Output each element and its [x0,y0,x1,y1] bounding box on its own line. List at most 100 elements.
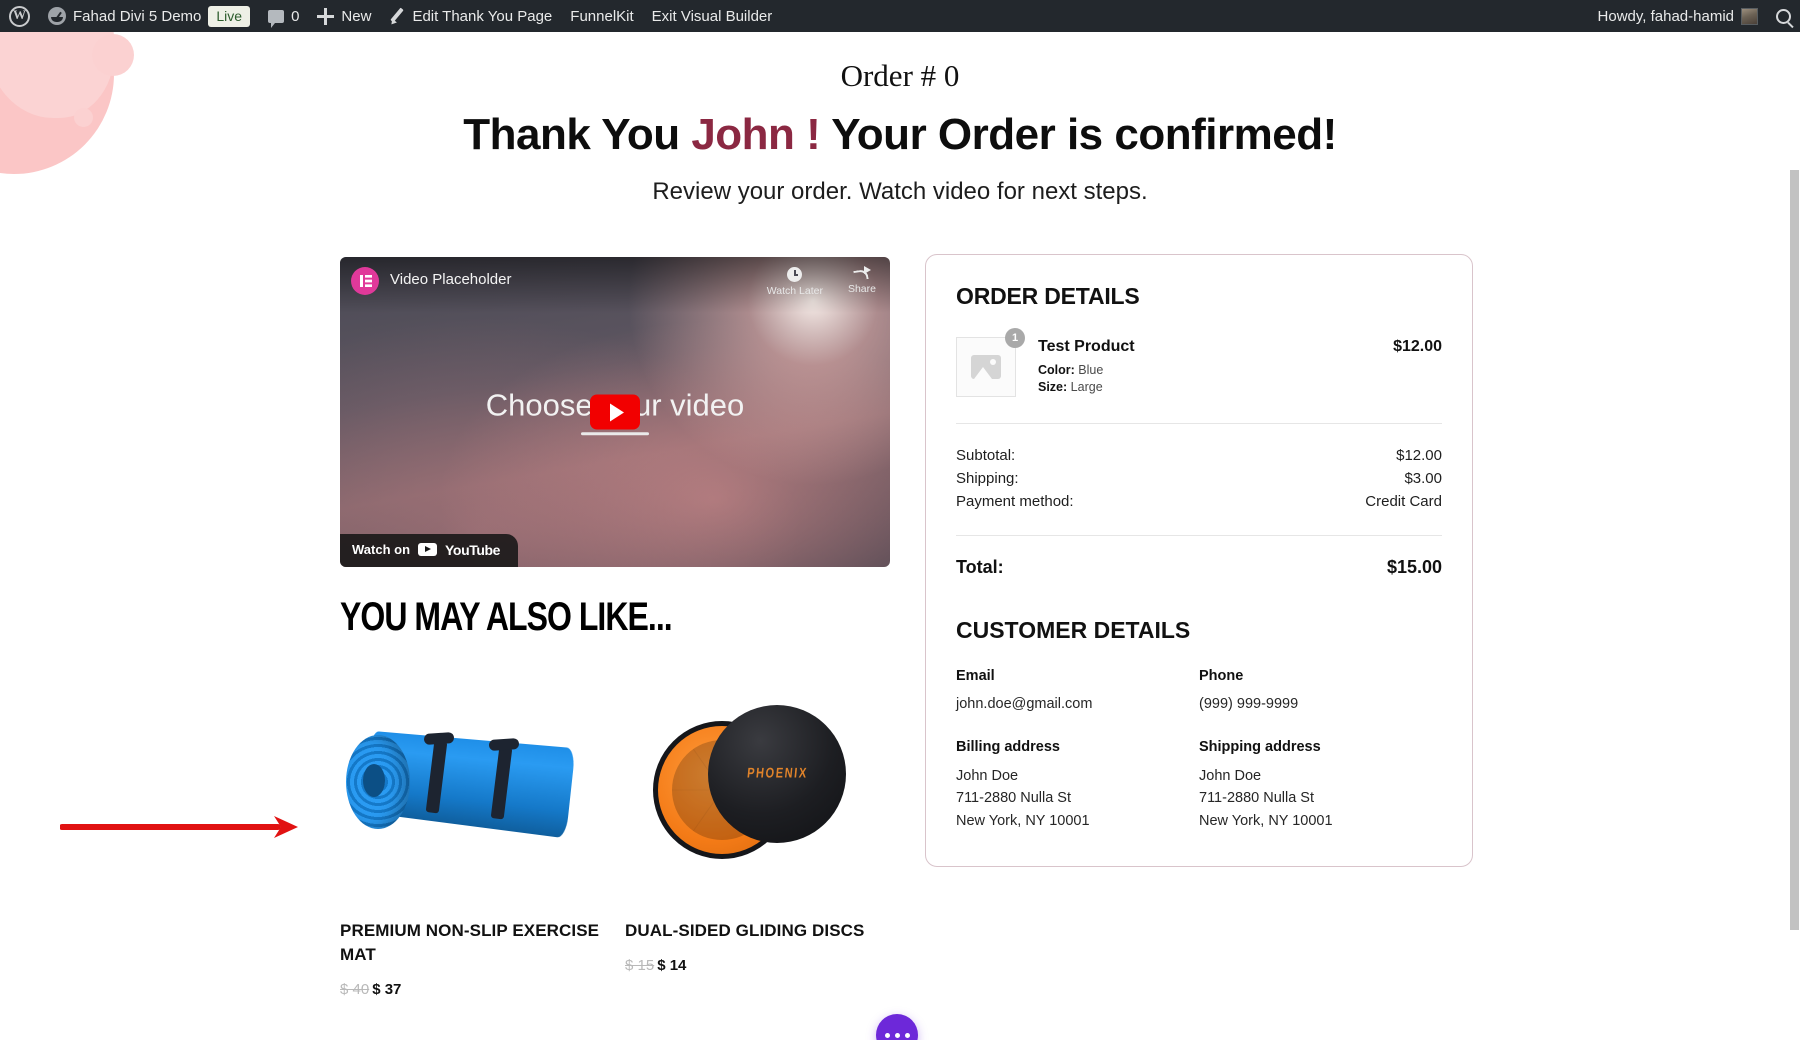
left-column: Video Placeholder Watch Later Share Choo… [340,257,890,998]
grand-total-value: $15.00 [1386,556,1442,577]
line-item-attribute: Size: Large [1038,379,1393,396]
totals-label: Shipping: [956,469,1019,487]
customer-details-grid: Email john.doe@gmail.com Phone (999) 999… [956,667,1442,833]
video-actions: Watch Later Share [767,266,876,297]
admin-bar-funnelkit[interactable]: FunnelKit [561,0,642,32]
new-label: New [341,7,372,25]
line-item-info: Test Product Color: Blue Size: Large [1038,337,1393,397]
totals-label: Payment method: [956,492,1074,510]
annotation-arrow-icon [60,816,298,838]
exit-visual-builder-label: Exit Visual Builder [651,7,773,25]
email-label: Email [956,667,995,684]
admin-bar-exit-visual-builder[interactable]: Exit Visual Builder [643,0,782,32]
product-name: DUAL-SIDED GLIDING DISCS [625,921,865,940]
line-item-name: Test Product [1038,337,1135,355]
avatar [1741,7,1758,25]
product-card[interactable]: PHOENIX DUAL-SIDED GLIDING DISCS $ 15 $ 1… [625,675,890,998]
share-icon [854,266,871,280]
watch-later-button[interactable]: Watch Later [767,267,823,297]
phoenix-brand-label: PHOENIX [745,765,809,782]
vertical-scrollbar-thumb[interactable] [1790,170,1799,930]
product-price: $ 40 $ 37 [340,981,605,998]
exercise-mat-image [340,675,605,907]
product-thumbnail-placeholder [956,336,1016,397]
panel-divider [956,422,1442,424]
video-title: Video Placeholder [390,271,512,288]
image-placeholder-icon [971,354,1001,379]
comment-bubble-icon [268,9,285,28]
totals-row: Shipping: $3.00 [956,467,1442,490]
line-item-meta: Color: Blue Size: Large [1038,362,1393,396]
clock-icon [787,267,803,282]
watch-on-youtube-button[interactable]: Watch on YouTube [340,534,519,567]
black-disc: PHOENIX [708,705,846,843]
panel-divider [956,534,1442,536]
totals-row: Payment method: Credit Card [956,490,1442,513]
billing-address-value: John Doe 711-2880 Nulla St New York, NY … [956,767,1090,829]
upsell-product-list: PREMIUM NON-SLIP EXERCISE MAT $ 40 $ 37 P… [340,675,890,998]
customer-phone-block: Phone (999) 999-9999 [1199,667,1442,716]
customer-details-heading: CUSTOMER DETAILS [956,616,1191,643]
phone-label: Phone [1199,667,1244,684]
admin-bar-new-content[interactable]: New [308,0,380,32]
phone-value: (999) 999-9999 [1199,696,1299,713]
page-subtitle: Review your order. Watch video for next … [652,178,1148,205]
exercise-mat-illustration [340,701,605,881]
video-player[interactable]: Video Placeholder Watch Later Share Choo… [340,257,890,567]
dashboard-speedometer-icon [48,7,66,25]
billing-address-block: Billing address John Doe 711-2880 Nulla … [956,738,1199,832]
wp-admin-bar: Fahad Divi 5 Demo Live 0 New Edit Thank … [0,0,1800,32]
admin-bar-comments[interactable]: 0 [259,0,308,32]
totals-value: $3.00 [1404,469,1442,487]
admin-bar-wordpress-logo[interactable] [0,0,39,32]
product-name: PREMIUM NON-SLIP EXERCISE MAT [340,921,600,964]
upsell-heading: YOU MAY ALSO LIKE... [340,595,673,639]
video-top-bar: Video Placeholder Watch Later Share [340,257,890,313]
email-value: john.doe@gmail.com [956,696,1093,713]
grand-total-row: Total: $15.00 [956,556,1442,579]
product-card[interactable]: PREMIUM NON-SLIP EXERCISE MAT $ 40 $ 37 [340,675,605,998]
product-price-sale: $ 14 [657,956,687,974]
divi-builder-menu-button[interactable] [876,1014,918,1040]
site-name-label: Fahad Divi 5 Demo [73,7,202,25]
attribute-label: Size: [1038,380,1068,395]
page-canvas: Order # 0 Thank You John ! Your Order is… [0,32,1800,1040]
line-item-attribute: Color: Blue [1038,362,1393,379]
customer-first-name: John ! [691,110,821,159]
search-icon [1776,8,1791,24]
order-summary-panel: ORDER DETAILS 1 Test Product Color: Blue… [925,254,1473,868]
share-label: Share [847,283,876,295]
shipping-address-block: Shipping address John Doe 711-2880 Nulla… [1199,738,1442,832]
admin-bar-search[interactable] [1767,0,1800,32]
totals-value: Credit Card [1365,492,1442,510]
order-number: Order # 0 [840,58,960,93]
watch-on-label: Watch on [352,542,411,557]
attribute-value: Blue [1078,363,1104,378]
dot [904,1032,910,1038]
admin-bar-my-account[interactable]: Howdy, fahad-hamid [1589,0,1767,32]
attribute-value: Large [1070,380,1103,395]
pencil-icon [389,8,405,24]
customer-email-block: Email john.doe@gmail.com [956,667,1199,716]
comment-count-label: 0 [291,7,300,25]
billing-address-label: Billing address [956,738,1060,755]
admin-bar-edit-page[interactable]: Edit Thank You Page [380,0,561,32]
product-price-original: $ 15 [625,956,655,974]
mat-core [363,764,385,797]
shipping-address-value: John Doe 711-2880 Nulla St New York, NY … [1199,767,1333,829]
dot [884,1032,890,1038]
headline-after: Your Order is confirmed! [820,110,1337,159]
plus-icon [317,7,335,25]
grand-total-label: Total: [956,556,1004,577]
line-item-price: $12.00 [1393,337,1442,355]
admin-bar-site-name[interactable]: Fahad Divi 5 Demo Live [39,0,259,32]
totals-value: $12.00 [1396,446,1442,464]
share-button[interactable]: Share [847,266,876,297]
attribute-label: Color: [1038,363,1075,378]
product-price-original: $ 40 [340,980,370,998]
quantity-badge: 1 [1005,327,1025,348]
howdy-label: Howdy, fahad-hamid [1597,7,1734,25]
youtube-play-button[interactable] [590,394,640,430]
page-title: Thank You John ! Your Order is confirmed… [0,107,1800,162]
product-thumbnail-wrapper: 1 [956,327,1025,397]
